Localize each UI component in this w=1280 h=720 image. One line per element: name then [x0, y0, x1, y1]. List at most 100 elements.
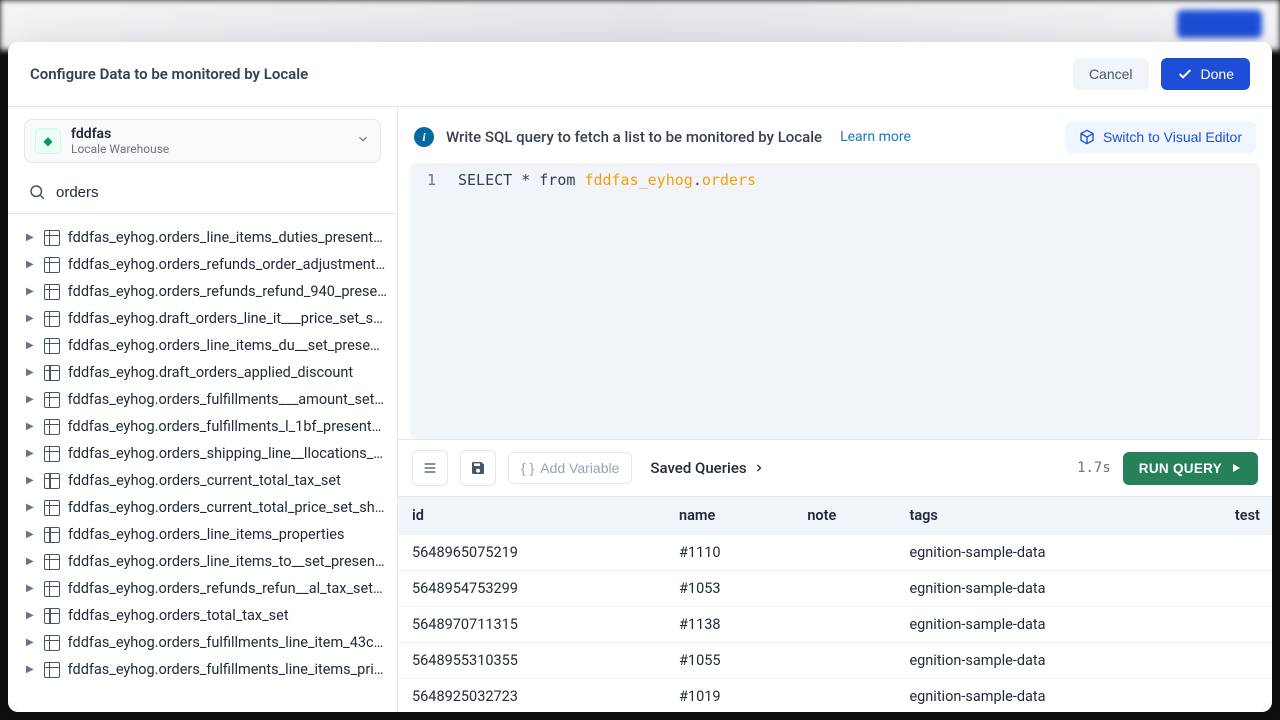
table-item[interactable]: ▶ fddfas_eyhog.orders_line_items_duties_p… — [22, 224, 391, 251]
table-item[interactable]: ▶fddfas_eyhog.orders_fulfillments___amou… — [22, 386, 391, 413]
table-cell: #1019 — [669, 679, 797, 713]
save-query-button[interactable] — [460, 450, 496, 486]
schema-search-input[interactable] — [56, 184, 377, 201]
table-cell: egnition-sample-data — [899, 643, 1224, 679]
table-item-label: fddfas_eyhog.draft_orders_applied_discou… — [68, 364, 353, 381]
caret-right-icon: ▶ — [26, 286, 36, 297]
column-header[interactable]: note — [797, 497, 899, 535]
table-cell: 5648954753299 — [398, 571, 669, 607]
table-cell — [1225, 679, 1272, 713]
table-cell — [797, 679, 899, 713]
table-item-label: fddfas_eyhog.orders_shipping_line__lloca… — [68, 445, 387, 462]
caret-right-icon: ▶ — [26, 475, 36, 486]
table-item[interactable]: ▶fddfas_eyhog.orders_total_tax_set — [22, 602, 391, 629]
table-cell — [797, 535, 899, 571]
run-query-button[interactable]: RUN QUERY — [1123, 452, 1258, 485]
caret-right-icon: ▶ — [26, 583, 36, 594]
column-header[interactable]: name — [669, 497, 797, 535]
caret-right-icon: ▶ — [26, 664, 36, 675]
query-editor-pane: i Write SQL query to fetch a list to be … — [398, 107, 1272, 712]
switch-visual-editor-button[interactable]: Switch to Visual Editor — [1065, 121, 1256, 153]
add-variable-button[interactable]: { } Add Variable — [508, 452, 632, 484]
chevron-down-icon — [356, 132, 370, 150]
table-row[interactable]: 5648970711315#1138egnition-sample-dataeg… — [398, 607, 1272, 643]
table-row[interactable]: 5648954753299#1053egnition-sample-dataeg… — [398, 571, 1272, 607]
table-item-label: fddfas_eyhog.orders_line_items_duties_pr… — [68, 229, 387, 246]
sql-editor[interactable]: 1 SELECT * from fddfas_eyhog.orders — [410, 163, 1260, 439]
table-icon — [44, 311, 60, 327]
table-item-label: fddfas_eyhog.draft_orders_line_it___pric… — [68, 310, 387, 327]
done-button[interactable]: Done — [1161, 58, 1250, 90]
configure-data-modal: Configure Data to be monitored by Locale… — [8, 42, 1272, 712]
table-row[interactable]: 5648955310355#1055egnition-sample-dataeg… — [398, 643, 1272, 679]
caret-right-icon: ▶ — [26, 340, 36, 351]
table-cell — [1225, 571, 1272, 607]
warehouse-selector[interactable]: ◆ fddfas Locale Warehouse — [24, 119, 381, 163]
table-item-label: fddfas_eyhog.orders_line_items_du__set_p… — [68, 337, 387, 354]
table-item[interactable]: ▶fddfas_eyhog.orders_line_items_properti… — [22, 521, 391, 548]
table-cell — [1225, 643, 1272, 679]
table-cell: #1138 — [669, 607, 797, 643]
caret-right-icon: ▶ — [26, 259, 36, 270]
warehouse-name: fddfas — [71, 126, 346, 142]
table-cell — [1225, 607, 1272, 643]
table-list[interactable]: ▶ fddfas_eyhog.orders_line_items_duties_p… — [8, 214, 397, 712]
caret-right-icon: ▶ — [26, 502, 36, 513]
table-item[interactable]: ▶fddfas_eyhog.orders_refunds_order_adjus… — [22, 251, 391, 278]
table-item[interactable]: ▶ fddfas_eyhog.orders_fulfillments_line_i… — [22, 629, 391, 656]
table-item[interactable]: ▶ fddfas_eyhog.orders_refunds_refun__al_t… — [22, 575, 391, 602]
table-icon — [44, 257, 60, 273]
table-icon — [44, 446, 60, 462]
caret-right-icon: ▶ — [26, 637, 36, 648]
caret-right-icon: ▶ — [26, 232, 36, 243]
modal-header: Configure Data to be monitored by Locale… — [8, 42, 1272, 107]
line-number: 1 — [422, 171, 436, 189]
table-cell: 5648955310355 — [398, 643, 669, 679]
column-header[interactable]: id — [398, 497, 669, 535]
table-icon — [44, 230, 60, 246]
table-row[interactable]: 5648925032723#1019egnition-sample-dataeg… — [398, 679, 1272, 713]
table-item[interactable]: ▶fddfas_eyhog.orders_fulfillments_line_i… — [22, 656, 391, 683]
table-icon — [44, 392, 60, 408]
table-item-label: fddfas_eyhog.orders_refunds_refun__al_ta… — [68, 580, 387, 597]
table-cell — [797, 607, 899, 643]
table-item[interactable]: ▶fddfas_eyhog.draft_orders_applied_disco… — [22, 359, 391, 386]
saved-queries-button[interactable]: Saved Queries — [644, 459, 770, 477]
visual-editor-label: Switch to Visual Editor — [1103, 129, 1242, 145]
table-item[interactable]: ▶fddfas_eyhog.orders_current_total_price… — [22, 494, 391, 521]
table-row[interactable]: 5648965075219#1110egnition-sample-dataeg… — [398, 535, 1272, 571]
results-table[interactable]: idnamenotetagstestemail 5648965075219#11… — [398, 496, 1272, 712]
table-icon — [44, 608, 60, 624]
table-item-label: fddfas_eyhog.orders_fulfillments___amoun… — [68, 391, 387, 408]
table-item[interactable]: ▶fddfas_eyhog.orders_fulfillments_l_1bf_… — [22, 413, 391, 440]
list-icon — [422, 460, 438, 476]
learn-more-link[interactable]: Learn more — [840, 129, 911, 145]
table-item-label: fddfas_eyhog.orders_current_total_tax_se… — [68, 472, 341, 489]
table-icon — [44, 635, 60, 651]
column-header[interactable]: test — [1225, 497, 1272, 535]
cancel-button[interactable]: Cancel — [1073, 58, 1149, 90]
table-icon — [44, 338, 60, 354]
table-icon — [44, 662, 60, 678]
table-item[interactable]: ▶fddfas_eyhog.orders_line_items_to__set_… — [22, 548, 391, 575]
table-item[interactable]: ▶fddfas_eyhog.orders_shipping_line__lloc… — [22, 440, 391, 467]
table-cell: 5648965075219 — [398, 535, 669, 571]
table-item-label: fddfas_eyhog.orders_fulfillments_line_it… — [68, 634, 387, 651]
play-icon — [1230, 462, 1242, 474]
table-item[interactable]: ▶ fddfas_eyhog.orders_line_items_du__set_… — [22, 332, 391, 359]
table-item[interactable]: ▶fddfas_eyhog.orders_refunds_refund_940_… — [22, 278, 391, 305]
editor-info-text: Write SQL query to fetch a list to be mo… — [446, 128, 822, 146]
table-icon — [44, 365, 60, 381]
caret-right-icon: ▶ — [26, 313, 36, 324]
list-view-button[interactable] — [412, 450, 448, 486]
table-item[interactable]: ▶ fddfas_eyhog.draft_orders_line_it___pri… — [22, 305, 391, 332]
table-item[interactable]: ▶ fddfas_eyhog.orders_current_total_tax_s… — [22, 467, 391, 494]
warehouse-icon: ◆ — [35, 128, 61, 154]
caret-right-icon: ▶ — [26, 529, 36, 540]
column-header[interactable]: tags — [899, 497, 1224, 535]
table-icon — [44, 500, 60, 516]
table-header-row: idnamenotetagstestemail — [398, 497, 1272, 535]
check-icon — [1177, 66, 1193, 82]
caret-right-icon: ▶ — [26, 556, 36, 567]
table-cell: #1053 — [669, 571, 797, 607]
